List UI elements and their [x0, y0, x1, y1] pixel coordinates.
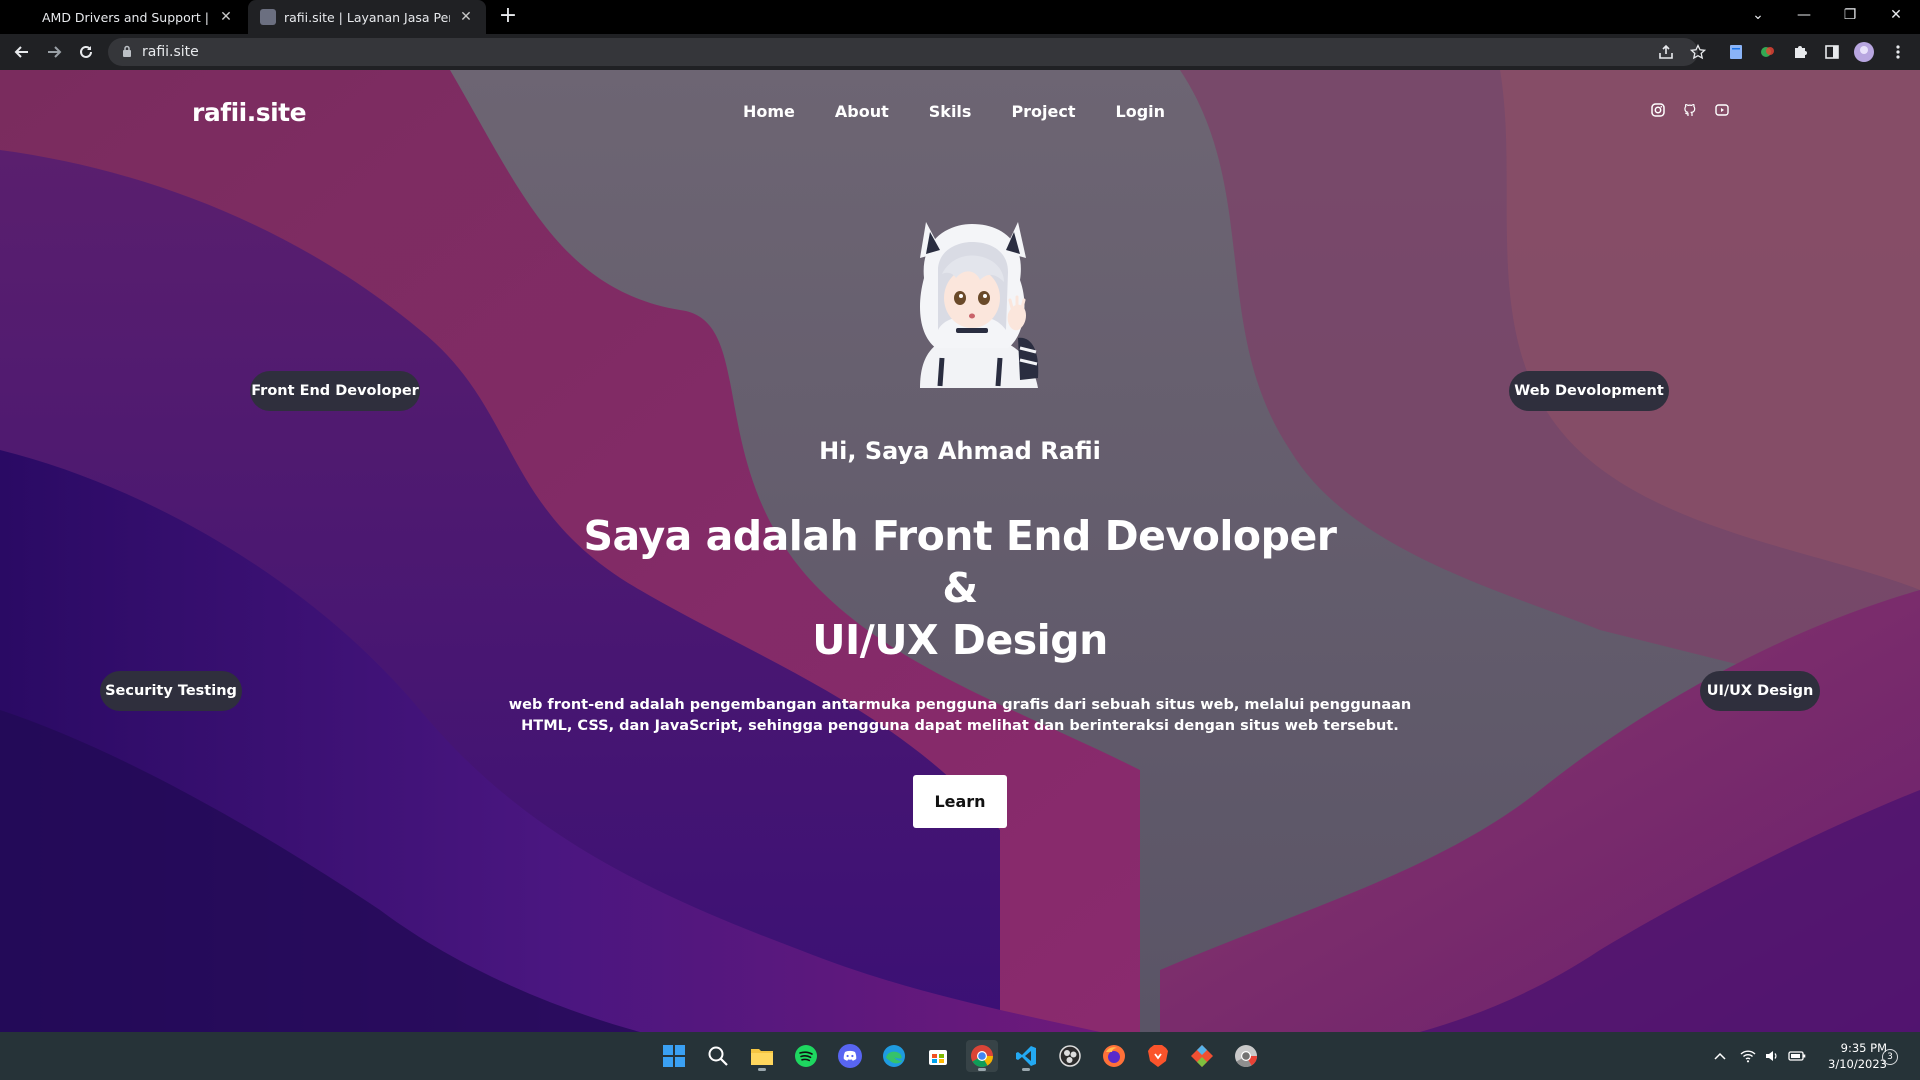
back-icon[interactable]: [10, 40, 34, 64]
nav-home[interactable]: Home: [743, 102, 795, 121]
hero-headline: Saya adalah Front End Devoloper & UI/UX …: [0, 510, 1920, 666]
side-panel-icon[interactable]: [1822, 42, 1842, 62]
site-nav: Home About Skils Project Login: [743, 102, 1205, 121]
show-hidden-icons-icon[interactable]: [1714, 1032, 1726, 1080]
clock-time: 9:35 PM: [1840, 1041, 1887, 1055]
extensions-puzzle-icon[interactable]: [1790, 42, 1810, 62]
minimize-button[interactable]: —: [1781, 0, 1827, 30]
taskbar-clock[interactable]: 9:35 PM 3/10/2023: [1815, 1040, 1887, 1072]
skill-pill-uiux: UI/UX Design: [1700, 671, 1820, 711]
instagram-icon[interactable]: [1650, 102, 1666, 118]
site-logo[interactable]: rafii.site: [192, 98, 307, 127]
lock-icon: [122, 45, 132, 60]
restore-button[interactable]: ❐: [1827, 0, 1873, 30]
github-icon[interactable]: [1682, 102, 1698, 118]
avatar-illustration: [920, 222, 1039, 388]
tab-favicon-icon: [260, 9, 276, 25]
new-tab-button[interactable]: +: [496, 5, 520, 29]
search-icon[interactable]: [702, 1040, 734, 1072]
bookmark-star-icon[interactable]: [1686, 40, 1710, 64]
running-indicator: [1022, 1068, 1030, 1071]
forward-icon[interactable]: [42, 40, 66, 64]
discord-icon[interactable]: [834, 1040, 866, 1072]
browser-tab-rafii[interactable]: rafii.site | Layanan Jasa Pembuata ✕: [248, 0, 486, 34]
obs-icon[interactable]: [1054, 1040, 1086, 1072]
extension-doc-icon[interactable]: [1726, 42, 1746, 62]
nav-login[interactable]: Login: [1116, 102, 1166, 121]
share-icon[interactable]: [1654, 40, 1678, 64]
learn-button[interactable]: Learn: [913, 775, 1007, 828]
close-tab-icon[interactable]: ✕: [218, 9, 234, 25]
browser-menu-icon[interactable]: [1888, 42, 1908, 62]
vscode-icon[interactable]: [1010, 1040, 1042, 1072]
firefox-icon[interactable]: [1098, 1040, 1130, 1072]
notification-badge[interactable]: 3: [1882, 1049, 1898, 1065]
tab-title: rafii.site | Layanan Jasa Pembuata: [284, 9, 450, 25]
tab-search-button[interactable]: ⌄: [1735, 0, 1781, 30]
headline-line-3: UI/UX Design: [812, 616, 1108, 664]
file-explorer-icon[interactable]: [746, 1040, 778, 1072]
url-text: rafii.site: [142, 44, 199, 60]
skill-pill-security: Security Testing: [100, 671, 242, 711]
running-indicator: [758, 1068, 766, 1071]
hero-description: web front-end adalah pengembangan antarm…: [508, 697, 1412, 734]
browser-toolbar: rafii.site: [0, 34, 1920, 70]
spotify-icon[interactable]: [790, 1040, 822, 1072]
youtube-icon[interactable]: [1714, 102, 1730, 118]
nav-skils[interactable]: Skils: [929, 102, 972, 121]
extension-color-icon[interactable]: [1758, 42, 1778, 62]
reload-icon[interactable]: [74, 40, 98, 64]
volume-icon[interactable]: [1764, 1032, 1780, 1080]
browser-tab-amd[interactable]: AMD Drivers and Support | AMD ✕: [30, 0, 246, 34]
browser-tab-bar: AMD Drivers and Support | AMD ✕ rafii.si…: [0, 0, 1920, 34]
website-viewport: rafii.site Home About Skils Project Logi…: [0, 70, 1920, 1032]
skill-pill-front-end: Front End Devoloper: [250, 371, 420, 411]
tab-title: AMD Drivers and Support | AMD: [42, 9, 210, 25]
chrome-icon[interactable]: [966, 1040, 998, 1072]
edge-icon[interactable]: [878, 1040, 910, 1072]
store-icon[interactable]: [922, 1040, 954, 1072]
greeting-text: Hi, Saya Ahmad Rafii: [819, 437, 1101, 465]
wifi-icon[interactable]: [1740, 1032, 1756, 1080]
clock-date: 3/10/2023: [1828, 1057, 1887, 1071]
close-tab-icon[interactable]: ✕: [458, 9, 474, 25]
brave-icon[interactable]: [1142, 1040, 1174, 1072]
headline-line-2: &: [942, 564, 978, 612]
address-bar[interactable]: rafii.site: [108, 38, 1698, 66]
skill-pill-web-dev: Web Devolopment: [1509, 371, 1669, 411]
start-icon[interactable]: [658, 1040, 690, 1072]
close-window-button[interactable]: ✕: [1873, 0, 1919, 30]
running-indicator: [978, 1068, 986, 1071]
chrome-dev-icon[interactable]: [1230, 1040, 1262, 1072]
nav-project[interactable]: Project: [1011, 102, 1075, 121]
social-links: [1650, 102, 1730, 118]
windows-taskbar: 9:35 PM 3/10/2023 3: [0, 1032, 1920, 1080]
headline-line-1: Saya adalah Front End Devoloper: [583, 512, 1337, 560]
battery-icon[interactable]: [1788, 1032, 1806, 1080]
git-icon[interactable]: [1186, 1040, 1218, 1072]
nav-about[interactable]: About: [835, 102, 889, 121]
profile-avatar-icon[interactable]: [1854, 42, 1874, 62]
